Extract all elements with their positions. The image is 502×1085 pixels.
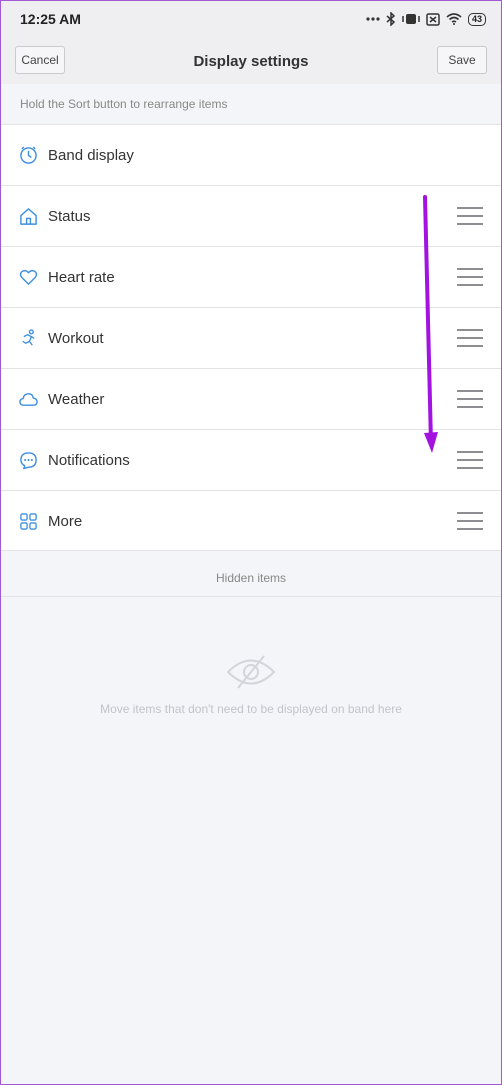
sort-hint: Hold the Sort button to rearrange items [0,84,502,124]
grid-icon [20,513,37,530]
sort-handle[interactable] [457,390,483,408]
page-title: Display settings [193,53,309,70]
bluetooth-icon [386,12,396,26]
sort-handle[interactable] [457,207,483,225]
hidden-items-title: Hidden items [215,571,287,585]
battery-indicator: 43 [467,12,486,26]
cloud-icon [19,393,38,406]
sort-handle[interactable] [457,512,483,530]
list-item-label: Status [48,208,91,225]
chat-bubble-icon [20,452,37,470]
home-icon [20,208,37,225]
list-item-label: Band display [48,147,134,164]
save-button[interactable]: Save [437,46,487,74]
status-bar: 12:25 AM 43 [0,0,502,38]
list-item-label: Heart rate [48,269,115,286]
vibrate-icon [402,14,420,24]
hidden-items-empty-text: Move items that don't need to be display… [100,702,402,716]
list-item-label: More [48,513,83,530]
sort-handle[interactable] [457,268,483,286]
list-item-label: Notifications [48,452,130,469]
sort-handle[interactable] [457,329,483,347]
list-item-label: Weather [48,391,105,408]
list-item-label: Workout [48,330,104,347]
status-time: 12:25 AM [20,11,81,27]
heart-icon [19,269,38,285]
sort-handle[interactable] [457,451,483,469]
annotation-arrow-icon [423,195,438,453]
sort-hint-text: Hold the Sort button to rearrange items [20,97,228,111]
hidden-items-header: Hidden items [0,555,502,597]
no-sim-icon [426,12,440,26]
eye-off-icon [226,655,276,689]
header-bar: Cancel Display settings Save [0,38,502,84]
list-item-band-display[interactable]: Band display [0,124,502,185]
running-icon [22,329,35,346]
status-icons: 43 [366,9,486,29]
list-item-more[interactable]: More [0,490,502,551]
clock-icon [20,146,37,164]
wifi-icon [446,13,462,25]
more-dots-icon [366,17,380,21]
